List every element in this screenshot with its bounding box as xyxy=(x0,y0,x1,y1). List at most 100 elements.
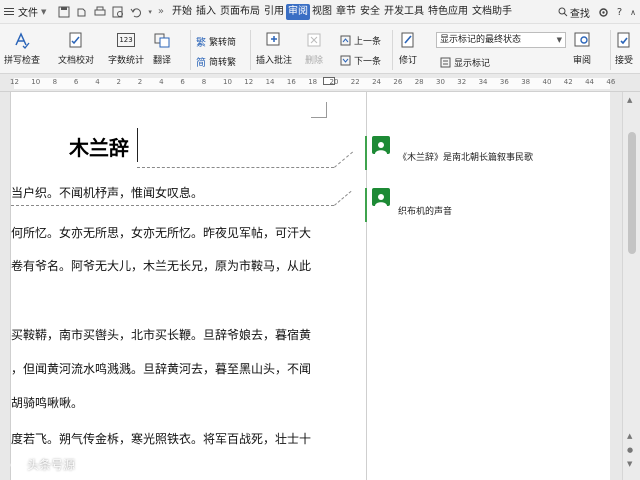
tab-developer[interactable]: 开发工具 xyxy=(382,4,426,20)
export-icon[interactable] xyxy=(76,6,88,18)
trad-to-simp-button[interactable]: 繁 繁转简 xyxy=(196,34,236,49)
accept-label: 接受 xyxy=(614,56,633,66)
user-icon xyxy=(375,142,387,154)
delete-comment-icon xyxy=(307,33,321,47)
separator xyxy=(190,30,191,70)
scroll-up-icon[interactable]: ▲ xyxy=(627,96,632,104)
document-page[interactable]: 木兰辞 当户织。不闻机杼声，惟闻女叹息。 何所忆。女亦无所思，女亦无所忆。昨夜见… xyxy=(10,92,610,480)
body-line[interactable]: 当户织。不闻机杼声，惟闻女叹息。 xyxy=(11,184,203,201)
preview-icon[interactable] xyxy=(112,6,124,18)
body-line[interactable]: 度若飞。朔气传金柝，寒光照铁衣。将军百战死，壮士十 xyxy=(11,430,311,447)
undo-dropdown-icon[interactable]: ▾ xyxy=(148,8,152,16)
separator xyxy=(392,30,393,70)
body-line[interactable]: ，但闻黄河流水鸣溅溅。旦辞黄河去，暮至黑山头，不闻 xyxy=(11,360,311,377)
ruler-number: 2 xyxy=(137,78,143,86)
ruler-number: 6 xyxy=(73,78,79,86)
more-icon[interactable]: » xyxy=(158,6,164,17)
comment-bar xyxy=(365,136,367,170)
select-browse-icon[interactable]: ● xyxy=(627,446,633,454)
spell-check-button[interactable]: 拼写检查 xyxy=(4,30,40,66)
ruler-number: 22 xyxy=(350,78,360,86)
track-changes-icon xyxy=(401,32,414,48)
tab-doc-assistant[interactable]: 文档助手 xyxy=(470,4,514,20)
search-label: 查找 xyxy=(569,8,590,20)
tab-sections[interactable]: 章节 xyxy=(334,4,358,20)
translate-button[interactable]: 翻译 xyxy=(152,30,172,66)
display-mode-select[interactable]: 显示标记的最终状态 ▼ xyxy=(436,32,566,48)
avatar xyxy=(372,188,390,206)
tab-page-layout[interactable]: 页面布局 xyxy=(218,4,262,20)
show-markup-icon xyxy=(440,57,451,68)
tab-home[interactable]: 开始 xyxy=(170,4,194,20)
prev-comment-button[interactable]: 上一条 xyxy=(340,34,381,47)
prev-page-icon[interactable]: ▲ xyxy=(627,432,632,440)
insert-comment-button[interactable]: 插入批注 xyxy=(256,30,292,66)
undo-icon[interactable] xyxy=(130,6,142,18)
ruler-number: 12 xyxy=(10,78,19,86)
watermark: 头条号源 xyxy=(10,456,75,473)
doc-proofread-button[interactable]: 文档校对 xyxy=(58,30,94,66)
ruler-number: 30 xyxy=(436,78,445,86)
doc-proofread-label: 文档校对 xyxy=(58,56,95,66)
insert-comment-label: 插入批注 xyxy=(256,56,293,66)
watermark-logo-icon xyxy=(10,461,24,468)
file-menu[interactable]: 文件 ▼ xyxy=(0,0,52,24)
separator xyxy=(610,30,611,70)
delete-comment-button[interactable]: 删除 xyxy=(304,30,324,66)
word-count-button[interactable]: 123 字数统计 xyxy=(108,30,144,66)
comment-connector xyxy=(11,205,334,206)
tab-special-apps[interactable]: 特色应用 xyxy=(426,4,470,20)
scrollbar-thumb[interactable] xyxy=(628,132,636,254)
tab-insert[interactable]: 插入 xyxy=(194,4,218,20)
horizontal-ruler[interactable]: 12 10 8 6 4 2 2 4 6 8 10 12 14 16 18 20 22 24 26 28 30 32 34 36… xyxy=(0,74,640,92)
avatar xyxy=(372,136,390,154)
display-mode-value: 显示标记的最终状态 xyxy=(440,35,522,45)
ruler-number: 10 xyxy=(31,78,41,86)
tab-security[interactable]: 安全 xyxy=(358,4,382,20)
body-line[interactable]: 胡骑鸣啾啾。 xyxy=(11,394,83,411)
body-line[interactable]: 买鞍鞯，南市买辔头，北市买长鞭。旦辞爷娘去，暮宿黄 xyxy=(11,326,311,343)
quick-access-toolbar: ▾ » xyxy=(52,6,170,18)
search-button[interactable]: 查找 xyxy=(558,5,590,20)
ruler-number: 16 xyxy=(286,78,296,86)
ruler-number: 14 xyxy=(265,78,275,86)
next-page-icon[interactable]: ▼ xyxy=(627,460,632,468)
word-count-icon: 123 xyxy=(117,33,135,47)
help-icon[interactable]: ? xyxy=(617,7,622,18)
ribbon-tabs: 开始 插入 页面布局 引用 审阅 视图 章节 安全 开发工具 特色应用 文档助手 xyxy=(170,0,514,24)
menu-bar: 文件 ▼ ▾ » 开始 插入 页面布局 引用 审阅 视图 章节 安全 开发工具 … xyxy=(0,0,640,24)
ruler-number: 44 xyxy=(585,78,595,86)
tab-review[interactable]: 审阅 xyxy=(286,3,311,20)
tab-view[interactable]: 视图 xyxy=(310,4,334,20)
collapse-ribbon-icon[interactable]: ∧ xyxy=(630,8,636,17)
margin-mark xyxy=(311,102,327,118)
accept-button[interactable]: 接受 xyxy=(614,30,634,66)
comment-connector xyxy=(334,151,354,168)
simp-to-trad-button[interactable]: 简 简转繁 xyxy=(196,54,236,69)
track-changes-label: 修订 xyxy=(398,56,417,66)
body-line[interactable]: 何所忆。女亦无所思，女亦无所忆。昨夜见军帖，可汗大 xyxy=(11,224,311,241)
document-workspace: 木兰辞 当户织。不闻机杼声，惟闻女叹息。 何所忆。女亦无所思，女亦无所忆。昨夜见… xyxy=(0,92,622,480)
review-pane-button[interactable]: 审阅 xyxy=(572,30,592,66)
watermark-text: 头条号源 xyxy=(27,458,76,472)
text-cursor xyxy=(137,128,138,162)
vertical-scrollbar[interactable]: ▲ ▲ ● ▼ xyxy=(622,92,640,480)
comment-text: 《木兰辞》是南北朝长篇叙事民歌 xyxy=(398,153,534,163)
ruler-number: 20 xyxy=(329,78,339,86)
chevron-down-icon: ▼ xyxy=(41,7,47,16)
track-changes-button[interactable]: 修订 xyxy=(398,30,418,66)
body-line[interactable]: 卷有爷名。阿爷无大儿，木兰无长兄，原为市鞍马，从此 xyxy=(11,257,311,274)
ruler-number: 10 xyxy=(223,78,232,86)
save-icon[interactable] xyxy=(58,6,70,18)
translate-label: 翻译 xyxy=(152,56,171,66)
ruler-number: 36 xyxy=(499,78,509,86)
user-icon xyxy=(375,194,387,206)
tab-references[interactable]: 引用 xyxy=(262,4,286,20)
show-markup-button[interactable]: 显示标记 xyxy=(440,56,490,69)
trad-to-simp-label: 繁转简 xyxy=(209,38,237,48)
next-comment-button[interactable]: 下一条 xyxy=(340,54,381,67)
print-icon[interactable] xyxy=(94,6,106,18)
document-title[interactable]: 木兰辞 xyxy=(69,132,129,161)
show-markup-label: 显示标记 xyxy=(454,59,491,69)
settings-icon[interactable] xyxy=(598,7,609,18)
